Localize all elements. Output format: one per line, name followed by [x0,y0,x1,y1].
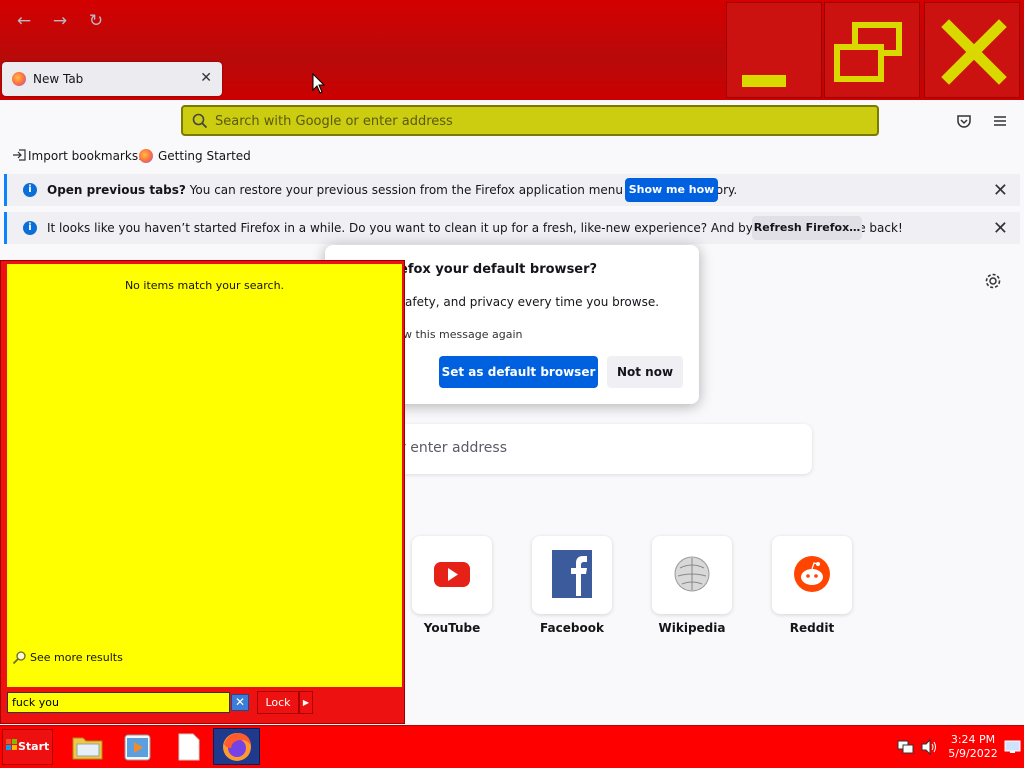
dialog-title: efox your default browser? [399,262,598,277]
windows-logo-icon [6,739,17,750]
search-results-area [7,264,402,687]
tab-title: New Tab [33,72,84,86]
notification-title: Open previous tabs? [47,183,186,197]
media-player-icon [124,734,151,761]
dont-show-again-checkbox[interactable]: w this message again [403,328,523,341]
top-site-facebook[interactable] [532,536,612,614]
bookmark-label: Import bookmarks… [28,149,151,163]
top-site-label: Facebook [540,621,604,635]
start-button[interactable]: Start [2,729,53,765]
mouse-cursor-icon [312,73,326,94]
url-bar[interactable] [181,105,879,136]
close-icon[interactable]: ✕ [993,218,1008,239]
url-input[interactable] [215,111,855,131]
top-site-youtube[interactable] [412,536,492,614]
top-site-label: Wikipedia [658,621,726,635]
clear-search-icon[interactable]: ✕ [231,694,249,711]
see-more-results-link[interactable]: See more results [12,650,123,666]
tab-close-icon[interactable]: ✕ [200,70,212,86]
gear-icon[interactable] [984,272,1002,290]
taskbar-clock[interactable]: 3:24 PM 5/9/2022 [945,733,1001,761]
firefox-icon [139,149,153,163]
taskbar-firefox-active[interactable] [213,728,260,765]
search-icon [192,113,208,129]
close-icon[interactable]: ✕ [993,180,1008,201]
search-icon [12,651,26,665]
refresh-firefox-notification: i It looks like you haven’t started Fire… [4,212,1020,244]
session-restore-notification: i Open previous tabs? You can restore yo… [4,174,1020,206]
page-search-placeholder: r enter address [400,440,508,456]
bookmark-getting-started[interactable]: Getting Started [139,148,251,164]
no-results-message: No items match your search. [124,279,285,292]
minimize-button[interactable] [726,2,822,98]
dialog-body: afety, and privacy every time you browse… [405,295,660,309]
top-site-reddit[interactable] [772,536,852,614]
info-icon: i [23,221,37,235]
top-site-label: YouTube [423,621,481,635]
youtube-icon [434,562,470,587]
hamburger-menu-icon[interactable] [991,112,1009,130]
pocket-icon[interactable] [955,112,973,130]
see-more-label: See more results [30,651,123,664]
reddit-icon [794,556,830,592]
clock-date: 5/9/2022 [948,747,998,760]
close-button[interactable] [924,2,1020,98]
tab-new-tab[interactable]: New Tab ✕ [2,62,222,96]
wikipedia-icon [674,556,710,592]
start-search-input[interactable] [8,693,229,712]
info-icon: i [23,183,37,197]
notification-text: You can restore your previous session fr… [185,183,623,197]
show-desktop-icon[interactable] [1004,739,1022,755]
restore-button[interactable] [824,2,920,98]
show-me-how-button[interactable]: Show me how [625,178,718,202]
start-search-field[interactable] [7,692,230,713]
lock-button[interactable]: Lock [257,691,299,714]
import-icon [13,149,26,161]
network-icon[interactable] [896,739,914,755]
top-site-label: Reddit [789,621,835,635]
facebook-icon [552,550,592,598]
volume-icon[interactable] [920,739,938,755]
taskbar-file-explorer[interactable] [67,730,107,764]
bookmark-import[interactable]: Import bookmarks… [12,148,150,164]
firefox-icon [223,733,251,761]
taskbar-document[interactable] [167,730,207,764]
clock-time: 3:24 PM [950,733,996,746]
folder-icon [72,737,103,760]
bookmark-label: Getting Started [158,149,251,163]
start-label: Start [18,740,50,753]
reload-icon[interactable]: ↻ [86,11,106,31]
refresh-firefox-button[interactable]: Refresh Firefox… [752,216,862,240]
page-search-box[interactable]: r enter address [382,424,812,474]
not-now-button[interactable]: Not now [607,356,683,388]
back-arrow-icon[interactable]: ← [14,11,34,31]
set-default-browser-button[interactable]: Set as default browser [439,356,598,388]
top-site-wikipedia[interactable] [652,536,732,614]
forward-arrow-icon[interactable]: → [50,11,70,31]
lock-options-arrow-icon[interactable]: ▶ [299,691,313,714]
taskbar-media-player[interactable] [117,730,157,764]
firefox-icon [12,72,26,86]
blank-document-icon [178,733,200,761]
